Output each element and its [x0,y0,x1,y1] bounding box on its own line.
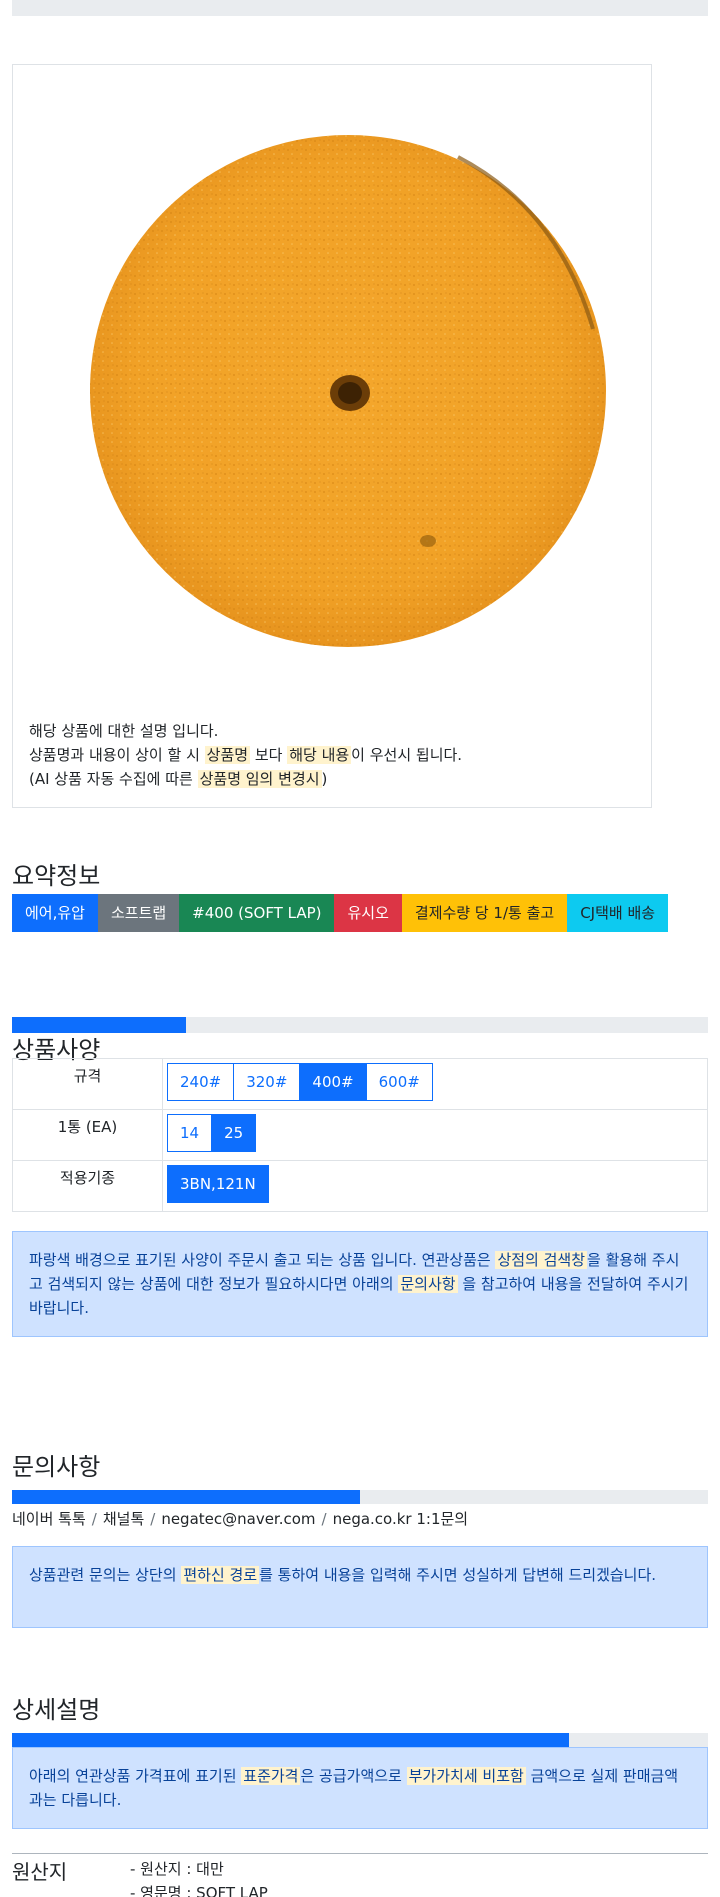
notice-text: 파랑색 배경으로 표기된 사양이 주문시 출고 되는 상품 입니다. 연관상품은 [29,1251,496,1269]
spec-row-size: 규격 240# 320# 400# 600# [12,1058,708,1110]
contact-email[interactable]: negatec@naver.com [161,1510,315,1528]
notice-text: 아래의 연관상품 가격표에 표기된 [29,1767,242,1785]
size-option-320[interactable]: 320# [233,1063,301,1101]
desc-highlight: 해당 내용 [287,746,352,764]
spec-label: 적용기종 [12,1160,163,1212]
spec-progress-bar [12,1017,708,1033]
spec-table: 규격 240# 320# 400# 600# 1통 (EA) 14 25 적용기… [12,1058,708,1212]
quantity-option-25[interactable]: 25 [211,1114,257,1152]
notice-text: 를 통하여 내용을 입력해 주시면 성실하게 답변해 드리겠습니다. [259,1566,657,1584]
detail-progress-bar [12,1733,708,1747]
origin-divider [12,1853,708,1854]
product-description: 해당 상품에 대한 설명 입니다. 상품명과 내용이 상이 할 시 상품명 보다… [29,719,629,791]
spec-row-quantity: 1통 (EA) 14 25 [12,1109,708,1161]
size-option-400[interactable]: 400# [299,1063,367,1101]
desc-text: 상품명과 내용이 상이 할 시 [29,746,205,764]
inquiry-progress-fill [12,1490,360,1504]
spec-notice: 파랑색 배경으로 표기된 사양이 주문시 출고 되는 상품 입니다. 연관상품은… [12,1231,708,1337]
desc-text: ) [321,770,328,788]
inquiry-title: 문의사항 [12,1453,101,1481]
origin-list: - 원산지 : 대만 - 영문명 : SOFT LAP [130,1857,268,1897]
size-option-600[interactable]: 600# [365,1063,433,1101]
inquiry-notice: 상품관련 문의는 상단의 편하신 경로 를 통하여 내용을 입력해 주시면 성실하… [12,1546,708,1628]
badge-category: 에어,유압 [12,894,98,932]
size-option-240[interactable]: 240# [167,1063,235,1101]
origin-item-country: - 원산지 : 대만 [130,1860,224,1878]
origin-item-english-name: - 영문명 : SOFT LAP [130,1884,268,1897]
desc-text: (AI 상품 자동 수집에 따른 [29,770,198,788]
badge-shipping: CJ택배 배송 [567,894,669,932]
contact-naver-talk[interactable]: 네이버 톡톡 [12,1510,86,1528]
origin-title: 원산지 [12,1860,68,1884]
spec-label: 규격 [12,1058,163,1110]
inquiry-progress-bar [12,1490,708,1504]
spec-row-model: 적용기종 3BN,121N [12,1160,708,1212]
badge-quantity: 결제수량 당 1/통 출고 [401,894,568,932]
desc-text: 이 우선시 됩니다. [351,746,463,764]
model-option-3bn[interactable]: 3BN,121N [167,1165,269,1203]
desc-text: 보다 [250,746,288,764]
badge-type: 소프트랩 [97,894,180,932]
notice-highlight: 문의사항 [398,1275,458,1293]
spec-label: 1통 (EA) [12,1109,163,1161]
detail-notice: 아래의 연관상품 가격표에 표기된 표준가격 은 공급가액으로 부가가치세 비포함… [12,1747,708,1829]
size-options: 240# 320# 400# 600# [167,1063,433,1101]
notice-highlight: 편하신 경로 [181,1566,260,1584]
notice-text: 은 공급가액으로 [300,1767,407,1785]
desc-line-1: 해당 상품에 대한 설명 입니다. [29,722,219,740]
quantity-options: 14 25 [167,1114,257,1152]
product-image-card: 해당 상품에 대한 설명 입니다. 상품명과 내용이 상이 할 시 상품명 보다… [12,64,652,808]
detail-title: 상세설명 [12,1696,101,1724]
notice-highlight: 상점의 검색창 [495,1251,588,1269]
notice-highlight: 부가가치세 비포함 [406,1767,526,1785]
separator: / [91,1510,97,1528]
badge-grade: #400 (SOFT LAP) [179,894,335,932]
quantity-option-14[interactable]: 14 [167,1114,213,1152]
separator: / [321,1510,327,1528]
contact-channel-talk[interactable]: 채널톡 [103,1510,144,1528]
desc-highlight: 상품명 임의 변경시 [197,770,322,788]
detail-progress-fill [12,1733,569,1747]
notice-highlight: 표준가격 [241,1767,301,1785]
desc-highlight: 상품명 [204,746,251,764]
separator: / [150,1510,156,1528]
product-image [88,129,608,649]
contact-channels: 네이버 톡톡 / 채널톡 / negatec@naver.com / nega.co.kr … [12,1508,468,1529]
summary-title: 요약정보 [12,862,101,890]
notice-text: 상품관련 문의는 상단의 [29,1566,182,1584]
badge-brand: 유시오 [334,894,402,932]
top-bar [12,0,708,16]
model-options: 3BN,121N [167,1165,269,1203]
contact-site-inquiry[interactable]: nega.co.kr 1:1문의 [333,1510,469,1528]
summary-badges: 에어,유압 소프트랩 #400 (SOFT LAP) 유시오 결제수량 당 1/… [12,894,669,932]
